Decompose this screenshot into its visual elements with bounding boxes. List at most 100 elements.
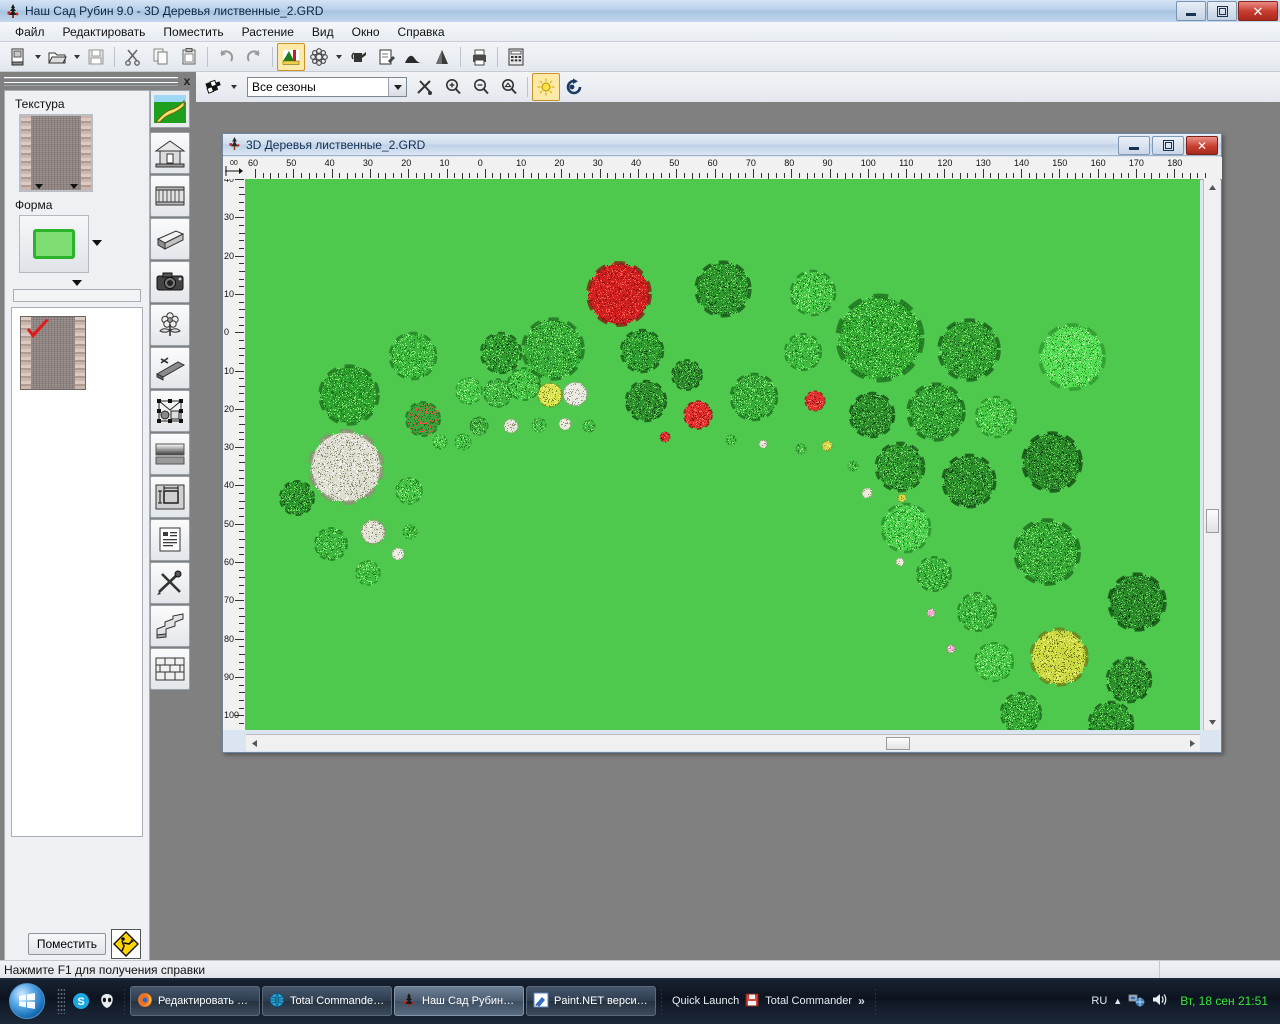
plant-wheel-icon[interactable] xyxy=(305,43,333,71)
notes-icon[interactable] xyxy=(372,43,400,71)
skype-icon[interactable]: S xyxy=(68,987,94,1015)
rotate-view-icon[interactable] xyxy=(560,73,588,101)
place-button[interactable]: Поместить xyxy=(27,933,106,955)
tree-canopy[interactable] xyxy=(278,479,316,517)
document-restore-button[interactable] xyxy=(1152,136,1184,155)
volume-icon[interactable] xyxy=(1151,991,1168,1011)
tools-icon[interactable] xyxy=(411,73,439,101)
tree-canopy[interactable] xyxy=(937,318,1001,382)
menu-item-edit[interactable]: Редактировать xyxy=(54,23,155,41)
menu-item-plant[interactable]: Растение xyxy=(233,23,303,41)
vtool-terrain-path[interactable] xyxy=(150,90,190,128)
canvas-vertical-scrollbar[interactable] xyxy=(1203,179,1220,730)
chevron-right-icon[interactable]: » xyxy=(858,994,865,1008)
zoom-fit-icon[interactable] xyxy=(495,73,523,101)
menu-item-view[interactable]: Вид xyxy=(303,23,343,41)
start-button[interactable] xyxy=(0,979,54,1023)
tree-canopy[interactable] xyxy=(1029,627,1089,687)
palette-icon[interactable] xyxy=(200,73,228,101)
chevron-down-icon[interactable] xyxy=(388,78,406,96)
plant-wheel-dropdown-arrow[interactable] xyxy=(333,44,344,70)
tree-canopy[interactable] xyxy=(671,359,703,391)
form-dropdown-arrow[interactable] xyxy=(92,240,102,246)
vtool-wall[interactable] xyxy=(150,648,190,690)
relief-icon[interactable] xyxy=(428,43,456,71)
vtool-dimensions[interactable] xyxy=(150,476,190,518)
vtool-fence[interactable] xyxy=(150,175,190,217)
tree-canopy[interactable] xyxy=(941,453,997,509)
tree-canopy[interactable] xyxy=(694,260,752,318)
sun-lighting-icon[interactable] xyxy=(532,73,560,101)
menu-item-file[interactable]: Файл xyxy=(6,23,54,41)
copy-icon[interactable] xyxy=(147,43,175,71)
palette-dropdown-arrow[interactable] xyxy=(228,74,239,100)
form-swatch[interactable] xyxy=(19,215,102,273)
garden-canvas[interactable] xyxy=(246,179,1200,730)
taskbar-grip[interactable] xyxy=(57,988,65,1014)
floppy-icon[interactable] xyxy=(745,993,759,1010)
season-select[interactable]: Все сезоны xyxy=(247,77,407,97)
place-object-icon[interactable] xyxy=(111,929,141,959)
tree-canopy[interactable] xyxy=(521,317,585,381)
cut-icon[interactable] xyxy=(119,43,147,71)
tree-canopy[interactable] xyxy=(503,418,519,434)
task-nash-sad[interactable]: Наш Сад Рубин 9.... xyxy=(394,986,524,1016)
vtool-gradient[interactable] xyxy=(150,433,190,475)
terrain-icon[interactable] xyxy=(400,43,428,71)
vtool-camera[interactable] xyxy=(150,261,190,303)
texture-thumbnail-item[interactable] xyxy=(20,316,86,390)
new-document-dropdown-arrow[interactable] xyxy=(32,44,43,70)
menu-item-help[interactable]: Справка xyxy=(389,23,454,41)
zoom-in-icon[interactable] xyxy=(439,73,467,101)
quick-launch-item-label[interactable]: Total Commander xyxy=(765,995,852,1007)
open-document-icon[interactable] xyxy=(43,43,71,71)
vtool-building[interactable] xyxy=(150,132,190,174)
tree-canopy[interactable] xyxy=(729,372,779,422)
maximize-button[interactable] xyxy=(1207,1,1237,21)
tree-canopy[interactable] xyxy=(483,378,513,408)
texture-list-scrollbar[interactable] xyxy=(13,289,141,302)
print-icon[interactable] xyxy=(465,43,493,71)
tree-canopy[interactable] xyxy=(999,691,1043,730)
watering-can-icon[interactable] xyxy=(344,43,372,71)
close-button[interactable]: ✕ xyxy=(1238,1,1278,21)
task-paint-net[interactable]: Paint.NET версия ... xyxy=(526,986,656,1016)
tree-canopy[interactable] xyxy=(915,555,953,593)
vertical-scroll-thumb[interactable] xyxy=(1206,509,1219,533)
vtool-stairs[interactable] xyxy=(150,605,190,647)
texture-thumbnail-list[interactable] xyxy=(11,307,143,837)
horizontal-scroll-thumb[interactable] xyxy=(886,737,910,750)
save-document-icon[interactable] xyxy=(82,43,110,71)
minimize-button[interactable] xyxy=(1176,1,1206,21)
tree-canopy[interactable] xyxy=(307,428,385,506)
design-mode-icon[interactable] xyxy=(277,42,305,71)
language-indicator[interactable]: RU xyxy=(1091,995,1107,1007)
taskbar-clock[interactable]: Вт, 18 сен 21:51 xyxy=(1174,994,1274,1008)
panel-grip-bar[interactable]: x xyxy=(2,74,194,88)
horizontal-ruler[interactable]: 60 50 40 30 20 10 0 10 20 30 40 50 60 70 80 90 100 110 120… xyxy=(245,157,1222,180)
texture-dropdown-arrows[interactable] xyxy=(21,184,91,189)
tree-canopy[interactable] xyxy=(318,364,380,426)
panel-expand-arrow[interactable] xyxy=(5,280,149,286)
tree-canopy[interactable] xyxy=(795,443,807,455)
undo-icon[interactable] xyxy=(212,43,240,71)
document-close-button[interactable]: ✕ xyxy=(1186,136,1218,155)
tree-canopy[interactable] xyxy=(804,390,826,412)
vtool-text-note[interactable] xyxy=(150,519,190,561)
vtool-group-select[interactable] xyxy=(150,390,190,432)
vertical-ruler[interactable]: 40 30 20 10 0 10 20 30 40 50 60 70 80 90 100 xyxy=(223,179,246,730)
network-icon[interactable] xyxy=(1128,991,1145,1011)
show-hidden-icons-arrow[interactable]: ▲ xyxy=(1113,996,1122,1006)
vtool-tools[interactable] xyxy=(150,562,190,604)
tree-canopy[interactable] xyxy=(454,433,472,451)
tree-canopy[interactable] xyxy=(1107,572,1167,632)
vtool-edging[interactable] xyxy=(150,347,190,389)
tree-canopy[interactable] xyxy=(897,493,907,503)
redo-icon[interactable] xyxy=(240,43,268,71)
task-total-commander[interactable]: Total Commander ... xyxy=(262,986,392,1016)
new-document-icon[interactable] xyxy=(4,43,32,71)
tree-canopy[interactable] xyxy=(402,524,418,540)
scroll-up-arrow[interactable] xyxy=(1204,179,1220,195)
document-minimize-button[interactable] xyxy=(1118,136,1150,155)
paste-icon[interactable] xyxy=(175,43,203,71)
